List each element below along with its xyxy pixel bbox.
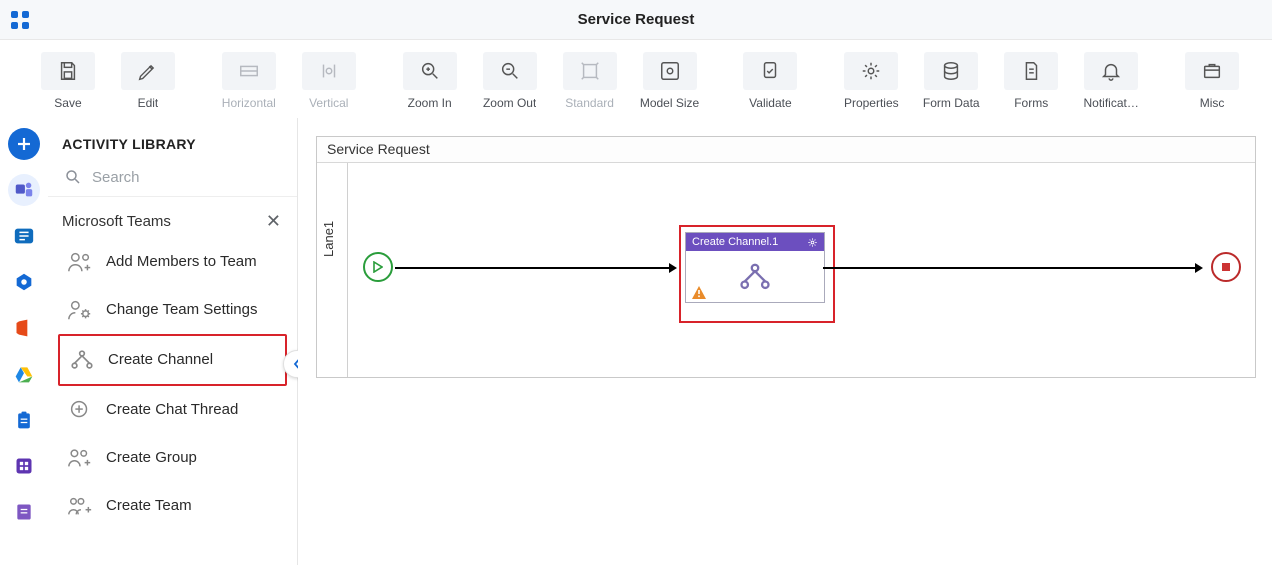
forms-label: Forms	[1014, 96, 1048, 110]
team-plus-icon	[66, 492, 94, 520]
connector-1[interactable]	[395, 267, 675, 269]
activity-create-channel[interactable]: Create Channel	[58, 334, 287, 386]
activity-library-panel: ACTIVITY LIBRARY Microsoft Teams ✕ Add M…	[48, 118, 298, 565]
rail-doc-icon[interactable]	[8, 496, 40, 528]
properties-button[interactable]: Properties	[831, 52, 911, 110]
stop-icon	[1222, 263, 1230, 271]
chat-plus-icon	[66, 396, 94, 424]
zoom-in-label: Zoom In	[408, 96, 452, 110]
search-input[interactable]	[92, 169, 291, 186]
page-title: Service Request	[40, 11, 1272, 28]
channel-icon	[737, 260, 773, 294]
rail-hexagon-icon[interactable]	[8, 266, 40, 298]
activity-list: Add Members to Team Change Team Settings…	[48, 238, 297, 530]
gear-icon[interactable]	[807, 237, 818, 248]
group-header: Microsoft Teams ✕	[48, 205, 297, 238]
form-data-button[interactable]: Form Data	[911, 52, 991, 110]
forms-button[interactable]: Forms	[991, 52, 1071, 110]
activity-change-team-settings[interactable]: Change Team Settings	[58, 286, 287, 334]
activity-label: Change Team Settings	[106, 301, 258, 319]
end-node[interactable]	[1211, 252, 1241, 282]
notifications-button[interactable]: Notificat…	[1071, 52, 1151, 110]
play-icon	[373, 261, 383, 273]
activity-label: Add Members to Team	[106, 253, 257, 271]
activity-create-group[interactable]: Create Group	[58, 434, 287, 482]
rail-app-icon[interactable]	[8, 450, 40, 482]
process-title: Service Request	[317, 137, 1255, 163]
close-icon[interactable]: ✕	[266, 211, 281, 232]
activity-label: Create Channel	[108, 351, 213, 369]
activity-label: Create Group	[106, 449, 197, 467]
edit-label: Edit	[138, 96, 159, 110]
form-data-label: Form Data	[923, 96, 980, 110]
activity-label: Create Chat Thread	[106, 401, 238, 419]
activity-create-chat-thread[interactable]: Create Chat Thread	[58, 386, 287, 434]
vertical-label: Vertical	[309, 96, 348, 110]
rail-add-button[interactable]	[8, 128, 40, 160]
connector-2[interactable]	[823, 267, 1201, 269]
activity-label: Create Team	[106, 497, 192, 515]
misc-button[interactable]: Misc	[1172, 52, 1252, 110]
search-icon	[64, 168, 82, 186]
model-size-button[interactable]: Model Size	[630, 52, 710, 110]
process-frame: Service Request Lane1 Create Channel.1	[316, 136, 1256, 378]
validate-button[interactable]: Validate	[730, 52, 810, 110]
horizontal-button: Horizontal	[209, 52, 289, 110]
save-label: Save	[54, 96, 81, 110]
rail-teams-icon[interactable]	[8, 174, 40, 206]
standard-label: Standard	[565, 96, 614, 110]
people-gear-icon	[66, 296, 94, 324]
activity-node-body	[686, 251, 824, 303]
properties-label: Properties	[844, 96, 899, 110]
canvas[interactable]: Service Request Lane1 Create Channel.1	[298, 118, 1272, 565]
lane-divider	[347, 163, 348, 377]
validate-label: Validate	[749, 96, 791, 110]
panel-title: ACTIVITY LIBRARY	[48, 136, 297, 168]
zoom-out-label: Zoom Out	[483, 96, 536, 110]
warning-icon	[692, 286, 706, 299]
app-launcher-icon[interactable]	[0, 10, 40, 30]
vertical-button: Vertical	[289, 52, 369, 110]
edit-button[interactable]: Edit	[108, 52, 188, 110]
model-size-label: Model Size	[640, 96, 699, 110]
save-button[interactable]: Save	[28, 52, 108, 110]
rail-office-icon[interactable]	[8, 312, 40, 344]
activity-add-members[interactable]: Add Members to Team	[58, 238, 287, 286]
toolbar: Save Edit Horizontal Vertical Zoom In Zo…	[0, 40, 1272, 118]
activity-create-team[interactable]: Create Team	[58, 482, 287, 530]
main: ACTIVITY LIBRARY Microsoft Teams ✕ Add M…	[0, 118, 1272, 565]
activity-node-create-channel[interactable]: Create Channel.1	[685, 232, 825, 303]
activity-node-header: Create Channel.1	[686, 233, 824, 251]
group-plus-icon	[66, 444, 94, 472]
search-box[interactable]	[48, 168, 297, 197]
horizontal-label: Horizontal	[222, 96, 276, 110]
lane-label: Lane1	[321, 221, 336, 257]
rail-clipboard-icon[interactable]	[8, 404, 40, 436]
topbar: Service Request	[0, 0, 1272, 40]
rail-exchange-icon[interactable]	[8, 220, 40, 252]
standard-button: Standard	[550, 52, 630, 110]
channel-icon	[68, 346, 96, 374]
misc-label: Misc	[1200, 96, 1225, 110]
zoom-in-button[interactable]: Zoom In	[390, 52, 470, 110]
zoom-out-button[interactable]: Zoom Out	[470, 52, 550, 110]
activity-node-title: Create Channel.1	[692, 236, 778, 248]
side-rail	[0, 118, 48, 565]
people-plus-icon	[66, 248, 94, 276]
rail-drive-icon[interactable]	[8, 358, 40, 390]
group-label: Microsoft Teams	[62, 213, 171, 230]
start-node[interactable]	[363, 252, 393, 282]
notifications-label: Notificat…	[1083, 96, 1138, 110]
